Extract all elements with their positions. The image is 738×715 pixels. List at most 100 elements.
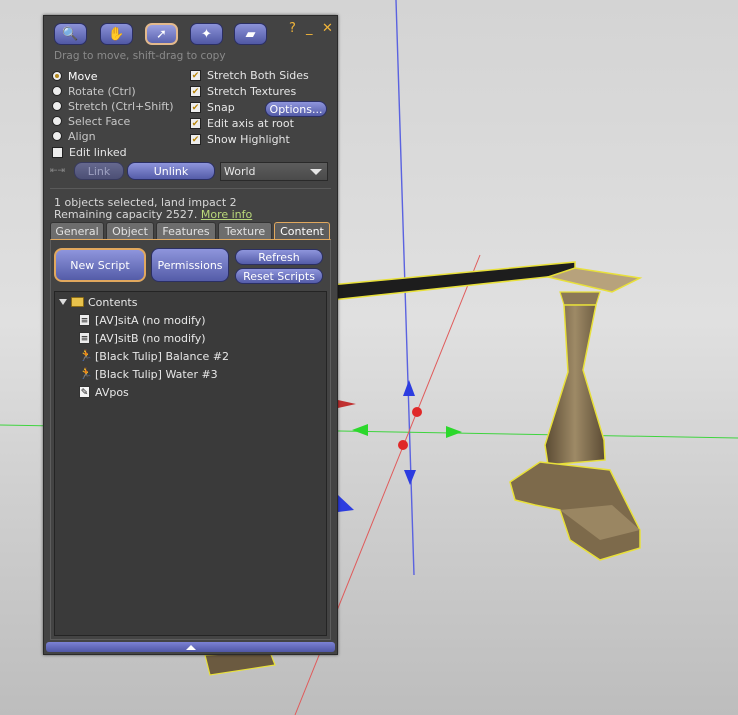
- item-label: [Black Tulip] Balance #2: [95, 349, 230, 363]
- checkmark-icon: ✔: [190, 69, 201, 81]
- radio-align[interactable]: Align: [52, 129, 96, 143]
- checkbox-label: Snap: [207, 100, 235, 114]
- ruler-mode-dropdown[interactable]: World: [220, 162, 328, 181]
- build-tools-panel: 🔍 ✋ ➚ ✦ ▰ ? _ ✕ Drag to move, shift-drag…: [43, 15, 338, 655]
- edit-axis-at-root-checkbox[interactable]: ✔ Edit axis at root: [190, 116, 294, 130]
- y-handle-b: [398, 440, 408, 450]
- ruler-mode-value: World: [224, 165, 256, 178]
- item-label: [Black Tulip] Water #3: [95, 367, 218, 381]
- folder-label: Contents: [88, 295, 138, 309]
- checkmark-icon: ✔: [190, 117, 201, 129]
- item-label: [AV]sitB (no modify): [95, 331, 206, 345]
- move-tool-button[interactable]: ✋: [100, 23, 133, 45]
- unlink-button[interactable]: Unlink: [127, 162, 215, 180]
- checkmark-icon: ✔: [190, 85, 201, 97]
- stretch-textures-checkbox[interactable]: ✔ Stretch Textures: [190, 84, 296, 98]
- more-info-link[interactable]: More info: [201, 208, 252, 221]
- list-item[interactable]: 🏃 [Black Tulip] Balance #2: [79, 348, 229, 364]
- contents-tree[interactable]: Contents ≡ [AV]sitA (no modify) ≡ [AV]si…: [54, 291, 327, 636]
- radio-label: Rotate (Ctrl): [68, 84, 136, 98]
- radio-indicator: [52, 101, 62, 111]
- snap-options-button[interactable]: Options...: [265, 101, 327, 117]
- animation-icon: 🏃: [79, 367, 93, 380]
- checkmark-icon: ✔: [190, 133, 201, 145]
- radio-label: Move: [68, 69, 98, 83]
- permissions-button[interactable]: Permissions: [151, 248, 229, 282]
- focus-tool-button[interactable]: 🔍: [54, 23, 87, 45]
- edit-linked-checkbox[interactable]: Edit linked: [52, 145, 127, 159]
- script-icon: ≡: [79, 314, 90, 326]
- create-tool-button[interactable]: ✦: [190, 23, 223, 45]
- tab-general[interactable]: General: [50, 222, 104, 239]
- reset-scripts-button[interactable]: Reset Scripts: [235, 268, 323, 284]
- item-label: [AV]sitA (no modify): [95, 313, 206, 327]
- link-arrows-icon: ⇤⇥: [50, 166, 66, 176]
- radio-indicator: [52, 86, 62, 96]
- refresh-button[interactable]: Refresh: [235, 249, 323, 265]
- magnifier-icon: 🔍: [62, 26, 79, 42]
- script-icon: ≡: [79, 332, 90, 344]
- link-button[interactable]: Link: [74, 162, 124, 180]
- collapse-panel-bar[interactable]: [46, 642, 335, 652]
- tab-object[interactable]: Object: [106, 222, 154, 239]
- checkbox-label: Edit axis at root: [207, 116, 294, 130]
- contents-folder-row[interactable]: Contents: [59, 294, 137, 310]
- checkbox-box: [52, 146, 63, 158]
- table-foot: [204, 651, 276, 676]
- list-item[interactable]: ≡ [AV]sitB (no modify): [79, 330, 206, 346]
- capacity-info: Remaining capacity 2527. More info: [54, 208, 252, 221]
- show-highlight-checkbox[interactable]: ✔ Show Highlight: [190, 132, 290, 146]
- hand-icon: ✋: [108, 26, 125, 42]
- radio-move[interactable]: Move: [52, 69, 98, 83]
- capacity-text: Remaining capacity 2527.: [54, 208, 198, 221]
- snap-checkbox[interactable]: ✔ Snap: [190, 100, 235, 114]
- close-button[interactable]: ✕: [322, 21, 333, 36]
- checkbox-label: Stretch Textures: [207, 84, 297, 98]
- expand-triangle-icon[interactable]: [59, 299, 67, 305]
- tab-content[interactable]: Content: [274, 222, 330, 239]
- land-tool-button[interactable]: ▰: [234, 23, 267, 45]
- chevron-up-icon: [185, 644, 196, 650]
- radio-label: Stretch (Ctrl+Shift): [68, 99, 174, 113]
- radio-indicator: [52, 71, 62, 81]
- radio-rotate[interactable]: Rotate (Ctrl): [52, 84, 136, 98]
- x-arrow: [446, 426, 462, 438]
- animation-icon: 🏃: [79, 349, 93, 362]
- radio-indicator: [52, 131, 62, 141]
- help-button[interactable]: ?: [289, 21, 296, 36]
- bulldozer-icon: ▰: [245, 26, 256, 42]
- y-handle-a: [412, 407, 422, 417]
- pointer-icon: ➚: [156, 26, 167, 42]
- z-arrow-up: [403, 380, 415, 396]
- radio-indicator: [52, 116, 62, 126]
- chevron-down-icon: [310, 169, 322, 175]
- tab-texture[interactable]: Texture: [218, 222, 272, 239]
- radio-label: Align: [68, 129, 96, 143]
- checkbox-label: Show Highlight: [207, 132, 290, 146]
- item-label: AVpos: [95, 385, 129, 399]
- red-plane-handle: [338, 400, 356, 408]
- blue-plane-handle: [338, 495, 354, 512]
- tab-features[interactable]: Features: [156, 222, 216, 239]
- divider: [50, 188, 331, 189]
- z-arrow-down: [404, 470, 416, 485]
- notecard-icon: ✎: [79, 386, 90, 398]
- stretch-both-sides-checkbox[interactable]: ✔ Stretch Both Sides: [190, 68, 309, 82]
- wand-icon: ✦: [201, 26, 212, 42]
- list-item[interactable]: 🏃 [Black Tulip] Water #3: [79, 366, 218, 382]
- radio-select-face[interactable]: Select Face: [52, 114, 130, 128]
- list-item[interactable]: ✎ AVpos: [79, 384, 129, 400]
- x-arrow-left: [352, 424, 368, 436]
- drag-hint: Drag to move, shift-drag to copy: [54, 50, 226, 62]
- checkmark-icon: ✔: [190, 101, 201, 113]
- checkbox-label: Edit linked: [69, 145, 127, 159]
- minimize-button[interactable]: _: [306, 21, 313, 36]
- edit-tool-button[interactable]: ➚: [145, 23, 178, 45]
- radio-stretch[interactable]: Stretch (Ctrl+Shift): [52, 99, 174, 113]
- table-column: [544, 304, 606, 466]
- new-script-button[interactable]: New Script: [54, 248, 146, 282]
- radio-label: Select Face: [68, 114, 131, 128]
- table-neck: [559, 291, 601, 306]
- checkbox-label: Stretch Both Sides: [207, 68, 309, 82]
- list-item[interactable]: ≡ [AV]sitA (no modify): [79, 312, 206, 328]
